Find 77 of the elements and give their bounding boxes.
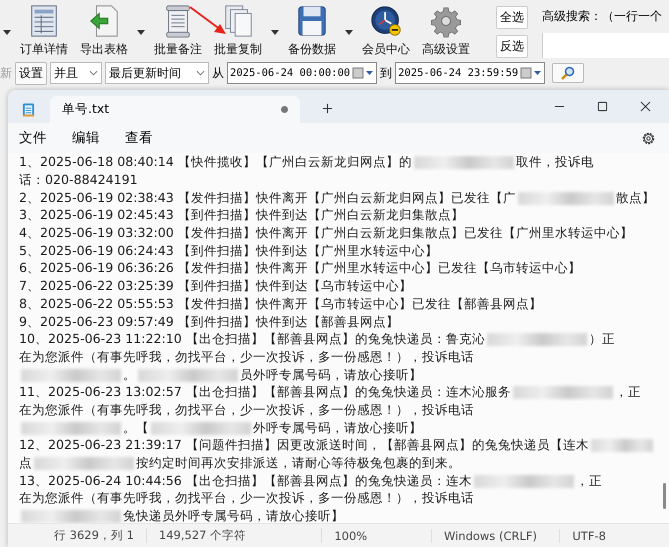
advanced-search-label: 高级搜索：（一行一个 xyxy=(542,8,663,25)
maximize-icon[interactable] xyxy=(597,101,608,112)
menu-item[interactable]: 查看 xyxy=(125,129,166,147)
calendar-icon[interactable] xyxy=(520,67,542,79)
text-line: 7、2025-06-22 03:25:39 【到件扫描】快件到达【乌市转运中心】 xyxy=(19,278,412,296)
date-field[interactable]: 2025-06-24 00:00:00 xyxy=(227,62,378,84)
caret-icon[interactable] xyxy=(271,30,279,35)
field-dropdown[interactable]: 最后更新时间 xyxy=(105,62,209,84)
toolbar-button[interactable]: 会员中心 xyxy=(356,4,416,58)
toolbar-button[interactable]: 订单详情 xyxy=(14,4,74,58)
text-line: 13、2025-06-24 10:44:56 【出仓扫描】【鄯善县网点】的兔兔快递员：连木 xyxy=(19,472,472,490)
text-line: 取件，投诉电 xyxy=(516,154,594,172)
toolbar-button[interactable]: 高级设置 xyxy=(416,4,476,58)
select-button[interactable]: 全选 xyxy=(496,6,528,29)
toolbar-button[interactable]: 备份数据 xyxy=(282,4,342,58)
text-line: 12、2025-06-23 21:39:17 【问题件扫描】因更改派送时间，【鄯善县网点】的兔兔快递员【连木 xyxy=(19,437,589,454)
text-line: 5、2025-06-19 06:24:43 【到件扫描】快件到达【广州里水转运中心】 xyxy=(19,242,438,260)
toolbar-button[interactable]: 导出表格 xyxy=(74,4,134,58)
char-count: 149,527 个字符 xyxy=(146,528,322,543)
menu-item[interactable]: 编辑 xyxy=(72,129,113,147)
text-line: 1、2025-06-18 08:40:14 【快件揽收】【广州白云新龙归网点】的 xyxy=(19,154,412,172)
encoding: UTF-8 xyxy=(571,528,607,542)
text-line: 10、2025-06-23 11:22:10 【出仓扫描】【鄯善县网点】的兔兔快递员：鲁克沁 xyxy=(19,331,485,348)
advanced-search-field[interactable] xyxy=(542,33,669,58)
caret-icon[interactable] xyxy=(137,30,145,35)
refresh-label: 新 xyxy=(0,64,12,82)
clock-icon xyxy=(370,4,402,38)
text-line: 4、2025-06-19 03:32:00 【发件扫描】快件离开【广州白云新龙归集散点】已发往【广州里水转运中心】 xyxy=(19,225,633,242)
floppy-icon xyxy=(296,4,328,38)
settings-icon[interactable] xyxy=(641,130,656,146)
export-icon xyxy=(88,4,120,38)
caret-icon[interactable] xyxy=(345,30,353,35)
zoom-level: 100% xyxy=(322,528,432,542)
text-line: 。【 xyxy=(123,420,149,437)
annotation-arrow xyxy=(188,5,228,37)
text-line: 点 xyxy=(19,455,32,472)
text-line: 在为您派件（有事先呼我，勿找平台，少一次投诉，多一份感恩！），投诉电话 xyxy=(19,348,474,366)
text-line: ）正 xyxy=(588,331,615,348)
select-button[interactable]: 反选 xyxy=(496,35,528,58)
menu-item[interactable]: 文件 xyxy=(19,129,60,147)
text-line: 9、2025-06-23 09:57:49 【到件扫描】快件到达【鄯善县网点】 xyxy=(19,314,399,331)
calendar-icon[interactable] xyxy=(352,67,374,79)
text-line: 3、2025-06-19 02:45:43 【到件扫描】快件到达【广州白云新龙归集散点】 xyxy=(19,207,464,224)
toolbar-button[interactable]: 批量复制 xyxy=(208,4,268,58)
text-line: ，正 xyxy=(614,384,641,402)
chevron-icon xyxy=(196,70,205,76)
chevron-icon xyxy=(89,70,98,76)
date-field[interactable]: 2025-06-24 23:59:59 xyxy=(395,62,546,84)
caret-icon[interactable] xyxy=(3,30,11,35)
text-line: 兔快递员外呼专属号码，请放心接听】 xyxy=(123,508,344,523)
text-line: 按约定时间再次安排派送，请耐心等待极兔包裹的到来。 xyxy=(136,455,461,472)
notepad-icon xyxy=(22,102,35,118)
cursor-position: 行 3629，列 1 xyxy=(8,528,147,543)
logic-dropdown[interactable]: 并且 xyxy=(50,62,102,84)
close-icon[interactable] xyxy=(640,101,651,112)
text-line: 外呼专属号码，请放心接听】 xyxy=(253,420,422,437)
from-label: 从 xyxy=(212,64,224,82)
search-icon xyxy=(561,66,576,80)
text-line: 6、2025-06-19 06:36:26 【发件扫描】快件离开【广州里水转运中心】已发往【乌市转运中心】 xyxy=(19,260,581,278)
scrollbar-thumb[interactable] xyxy=(663,483,666,509)
settings-button[interactable]: 设置 xyxy=(15,62,47,84)
toolbar-button[interactable]: 批量备注 xyxy=(148,4,208,58)
text-line: 8、2025-06-22 05:55:53 【发件扫描】快件离开【乌市转运中心】已发往【鄯善县网点】 xyxy=(19,296,542,313)
text-line: 。 xyxy=(123,366,136,384)
new-tab-icon[interactable] xyxy=(322,103,333,114)
search-button[interactable] xyxy=(552,63,584,83)
to-label: 到 xyxy=(380,64,392,82)
text-line: 2、2025-06-19 02:38:43 【发件扫描】快件离开【广州白云新龙归网点】已发往【广 xyxy=(19,190,516,207)
text-line: 话：020-88424191 xyxy=(19,172,138,190)
text-line: 员外呼专属号码，请放心接听】 xyxy=(240,366,422,384)
redacted-text xyxy=(590,439,653,452)
text-line: ，正 xyxy=(576,472,602,490)
text-line: 在为您派件（有事先呼我，勿找平台，少一次投诉，多一份感恩！），投诉电话 xyxy=(19,402,474,419)
text-line: 散点】 xyxy=(616,190,655,207)
line-ending: Windows (CRLF) xyxy=(432,528,560,542)
text-line: 在为您派件（有事先呼我，勿找平台，少一次投诉，多一份感恩！），投诉电话 xyxy=(19,490,474,508)
text-line: 11、2025-06-23 13:02:57 【出仓扫描】【鄯善县网点】的兔兔快递员：连木沁服务 xyxy=(19,384,511,402)
